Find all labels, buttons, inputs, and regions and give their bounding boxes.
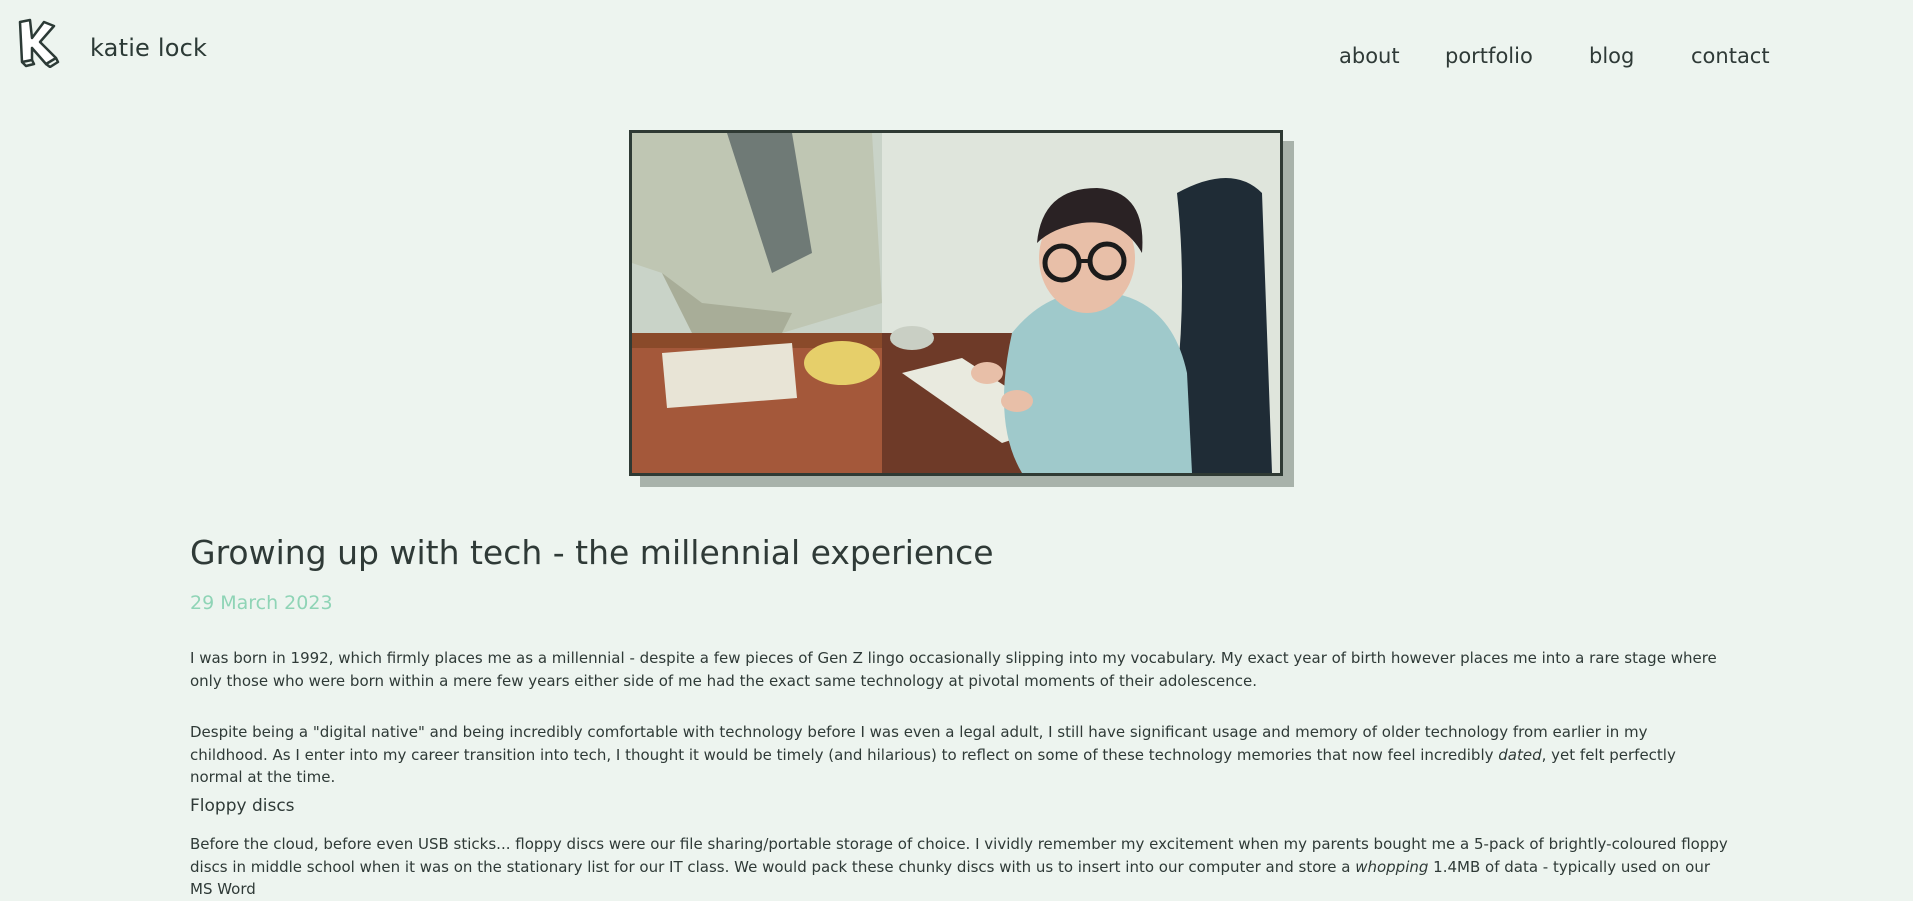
article-paragraph-1: I was born in 1992, which firmly places … (190, 649, 1717, 690)
hero-image (629, 130, 1283, 476)
logo-icon[interactable] (14, 16, 66, 69)
paragraph-2-emphasis: dated (1498, 745, 1542, 764)
nav-blog[interactable]: blog (1589, 44, 1634, 68)
nav-contact[interactable]: contact (1691, 44, 1770, 68)
article-title: Growing up with tech - the millennial ex… (190, 533, 994, 572)
brand-name[interactable]: katie lock (90, 34, 207, 62)
article-paragraph-2: Despite being a "digital native" and bei… (190, 721, 1730, 789)
article-date: 29 March 2023 (190, 592, 333, 614)
paragraph-2-text-start: Despite being a "digital native" and bei… (190, 723, 1648, 764)
nav-portfolio[interactable]: portfolio (1445, 44, 1533, 68)
nav-about[interactable]: about (1339, 44, 1400, 68)
section-heading-floppy-discs: Floppy discs (190, 796, 295, 816)
